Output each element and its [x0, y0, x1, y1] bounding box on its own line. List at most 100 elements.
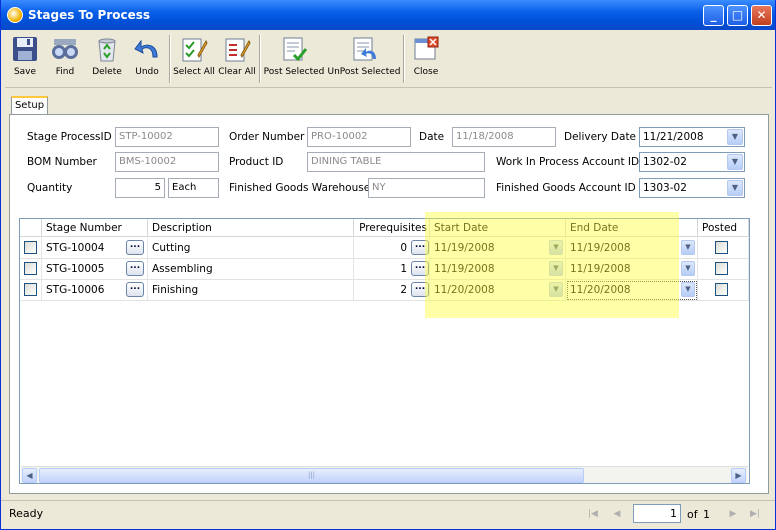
undo-label: Undo	[135, 67, 159, 77]
scroll-right-icon[interactable]: ▶	[731, 468, 746, 483]
fg-account-value: 1303-02	[643, 182, 687, 194]
description-header[interactable]: Description	[148, 219, 354, 237]
row-select-cell	[20, 259, 42, 280]
description-cell[interactable]: Cutting	[148, 238, 354, 259]
previous-page-icon[interactable]: ◀	[609, 506, 625, 522]
chevron-down-icon[interactable]: ▼	[681, 240, 695, 255]
unpost-document-icon	[353, 37, 376, 61]
ellipsis-icon[interactable]: ...	[126, 282, 144, 297]
date-columns-highlight	[425, 212, 679, 318]
stage-number-cell[interactable]: STG-10006 ...	[42, 280, 148, 301]
tab-setup[interactable]: Setup	[11, 96, 48, 115]
close-label: Close	[413, 67, 439, 77]
wip-account-label: Work In Process Account ID	[496, 156, 640, 168]
ellipsis-icon[interactable]: ...	[126, 240, 144, 255]
toolbar-separator	[259, 35, 261, 83]
stage-process-id-field[interactable]: STP-10002	[115, 127, 219, 147]
stage-number-value: STG-10005	[46, 263, 105, 275]
maximize-button[interactable]: □	[727, 5, 748, 26]
page-number-input[interactable]: 1	[633, 504, 681, 523]
date-field[interactable]: 11/18/2008	[452, 127, 556, 147]
row-select-checkbox[interactable]	[24, 283, 37, 296]
row-select-checkbox[interactable]	[24, 241, 37, 254]
title-bar: Stages To Process _ □ ✕	[1, 0, 775, 30]
select-column-header	[20, 219, 42, 237]
stage-number-cell[interactable]: STG-10005 ...	[42, 259, 148, 280]
stage-number-header[interactable]: Stage Number	[42, 219, 148, 237]
undo-button[interactable]: Undo	[129, 33, 165, 85]
bom-number-field[interactable]: BMS-10002	[115, 152, 219, 172]
toolbar-separator	[403, 35, 405, 83]
unpost-selected-button[interactable]: UnPost Selected	[327, 33, 401, 85]
fg-warehouse-field[interactable]: NY	[368, 178, 485, 198]
scroll-left-icon[interactable]: ◀	[22, 468, 37, 483]
wip-account-value: 1302-02	[643, 156, 687, 168]
delivery-date-combo[interactable]: 11/21/2008 ▼	[639, 127, 745, 147]
ellipsis-icon[interactable]: ...	[126, 261, 144, 276]
row-select-checkbox[interactable]	[24, 262, 37, 275]
order-number-field[interactable]: PRO-10002	[307, 127, 411, 147]
date-label: Date	[419, 131, 445, 143]
stage-number-value: STG-10004	[46, 242, 105, 254]
save-button[interactable]: Save	[7, 33, 43, 85]
posted-header[interactable]: Posted	[698, 219, 749, 237]
prerequisites-value: 0	[400, 242, 407, 254]
unpost-selected-label: UnPost Selected	[327, 67, 401, 77]
of-label: of	[687, 508, 698, 521]
prerequisites-value: 2	[400, 284, 407, 296]
stage-number-value: STG-10006	[46, 284, 105, 296]
posted-checkbox[interactable]	[715, 283, 728, 296]
first-page-icon[interactable]: |◀	[585, 506, 601, 522]
chevron-down-icon[interactable]: ▼	[727, 154, 743, 170]
close-window-button[interactable]: ✕	[751, 5, 772, 26]
post-selected-label: Post Selected	[263, 67, 325, 77]
next-page-icon[interactable]: ▶	[725, 506, 741, 522]
prerequisites-cell[interactable]: 1 ...	[354, 259, 430, 280]
total-pages: 1	[703, 508, 710, 521]
product-id-field[interactable]: DINING TABLE	[307, 152, 485, 172]
bom-number-label: BOM Number	[27, 156, 97, 168]
floppy-disk-icon	[13, 37, 37, 61]
uom-field[interactable]: Each	[168, 178, 219, 198]
fg-account-combo[interactable]: 1303-02 ▼	[639, 178, 745, 198]
fg-account-label: Finished Goods Account ID	[496, 182, 636, 194]
post-selected-button[interactable]: Post Selected	[263, 33, 325, 85]
binoculars-icon	[52, 39, 78, 59]
posted-cell	[698, 238, 749, 259]
quantity-label: Quantity	[27, 182, 73, 194]
stage-number-cell[interactable]: STG-10004 ...	[42, 238, 148, 259]
quantity-field[interactable]: 5	[115, 178, 165, 198]
undo-arrow-icon	[134, 39, 158, 58]
select-all-label: Select All	[173, 67, 215, 77]
recycle-bin-icon	[98, 38, 116, 62]
order-number-label: Order Number	[229, 131, 305, 143]
post-document-icon	[283, 37, 308, 62]
scrollbar-thumb[interactable]: |||	[39, 468, 584, 483]
description-cell[interactable]: Finishing	[148, 280, 354, 301]
horizontal-scrollbar[interactable]: ◀ ||| ▶	[21, 466, 748, 483]
posted-checkbox[interactable]	[715, 241, 728, 254]
posted-cell	[698, 280, 749, 301]
status-text: Ready	[9, 507, 44, 520]
description-cell[interactable]: Assembling	[148, 259, 354, 280]
delete-button[interactable]: Delete	[89, 33, 125, 85]
chevron-down-icon[interactable]: ▼	[727, 180, 743, 196]
product-id-label: Product ID	[229, 156, 284, 168]
close-button[interactable]: Close	[407, 33, 445, 85]
clear-all-button[interactable]: Clear All	[217, 33, 257, 85]
chevron-down-icon[interactable]: ▼	[727, 129, 743, 145]
prerequisites-cell[interactable]: 2 ...	[354, 280, 430, 301]
prerequisites-header[interactable]: Prerequisites	[354, 219, 430, 237]
last-page-icon[interactable]: ▶|	[747, 506, 763, 522]
chevron-down-icon[interactable]: ▼	[681, 261, 695, 276]
status-bar: Ready |◀ ◀ 1 of 1 ▶ ▶|	[1, 500, 775, 528]
minimize-button[interactable]: _	[703, 5, 724, 26]
find-button[interactable]: Find	[47, 33, 83, 85]
select-all-button[interactable]: Select All	[173, 33, 215, 85]
delivery-date-label: Delivery Date	[564, 131, 637, 143]
prerequisites-cell[interactable]: 0 ...	[354, 238, 430, 259]
wip-account-combo[interactable]: 1302-02 ▼	[639, 152, 745, 172]
posted-checkbox[interactable]	[715, 262, 728, 275]
chevron-down-icon[interactable]: ▼	[681, 282, 695, 297]
delete-label: Delete	[92, 67, 122, 77]
